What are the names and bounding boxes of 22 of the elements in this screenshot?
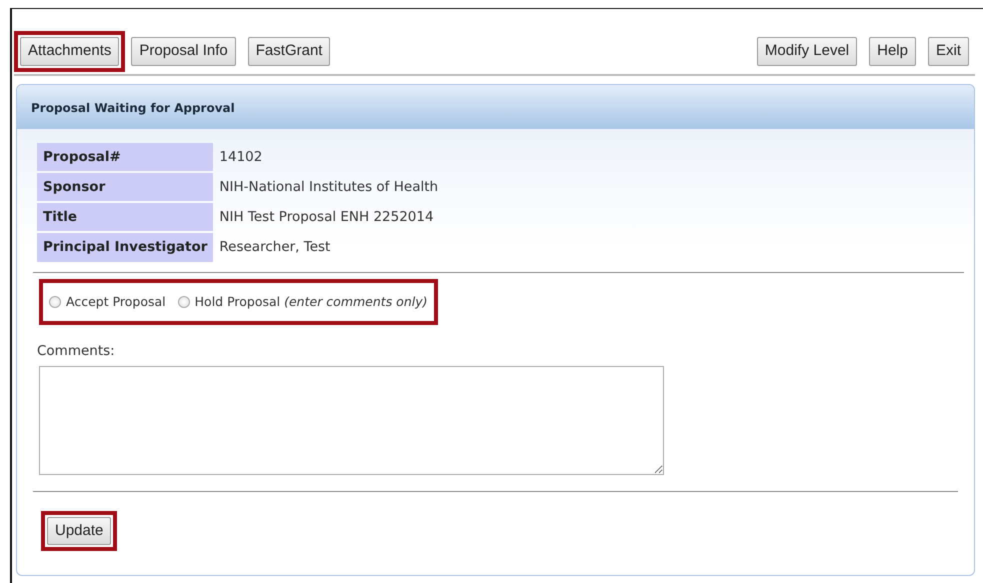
panel-title: Proposal Waiting for Approval [17, 84, 974, 128]
radio-button[interactable] [49, 296, 61, 308]
toolbar-button[interactable]: Modify Level [756, 37, 858, 66]
toolbar-button[interactable]: FastGrant [248, 37, 330, 66]
toolbar-button[interactable]: Exit [928, 37, 969, 66]
update-button[interactable]: Update [47, 516, 112, 545]
field-label: Title [37, 203, 214, 232]
field-value: 14102 [218, 148, 264, 166]
toolbar-button[interactable]: Proposal Info [131, 37, 236, 66]
radio-button[interactable] [178, 296, 190, 308]
option-label: Accept Proposal [66, 292, 166, 311]
field-value: NIH Test Proposal ENH 2252014 [218, 208, 435, 227]
toolbar-button[interactable]: Help [869, 37, 916, 66]
field-value: NIH-National Institutes of Health [218, 178, 440, 197]
field-value: Researcher, Test [218, 238, 332, 258]
field-label: Principal Investigator [37, 233, 214, 262]
field-label: Sponsor [37, 172, 214, 201]
comments-label: Comments: [37, 342, 115, 362]
option-label: Hold Proposal (enter comments only) [194, 292, 428, 311]
field-label: Proposal# [37, 142, 214, 171]
comments-field[interactable] [39, 366, 664, 474]
toolbar-button[interactable]: Attachments [20, 37, 120, 66]
